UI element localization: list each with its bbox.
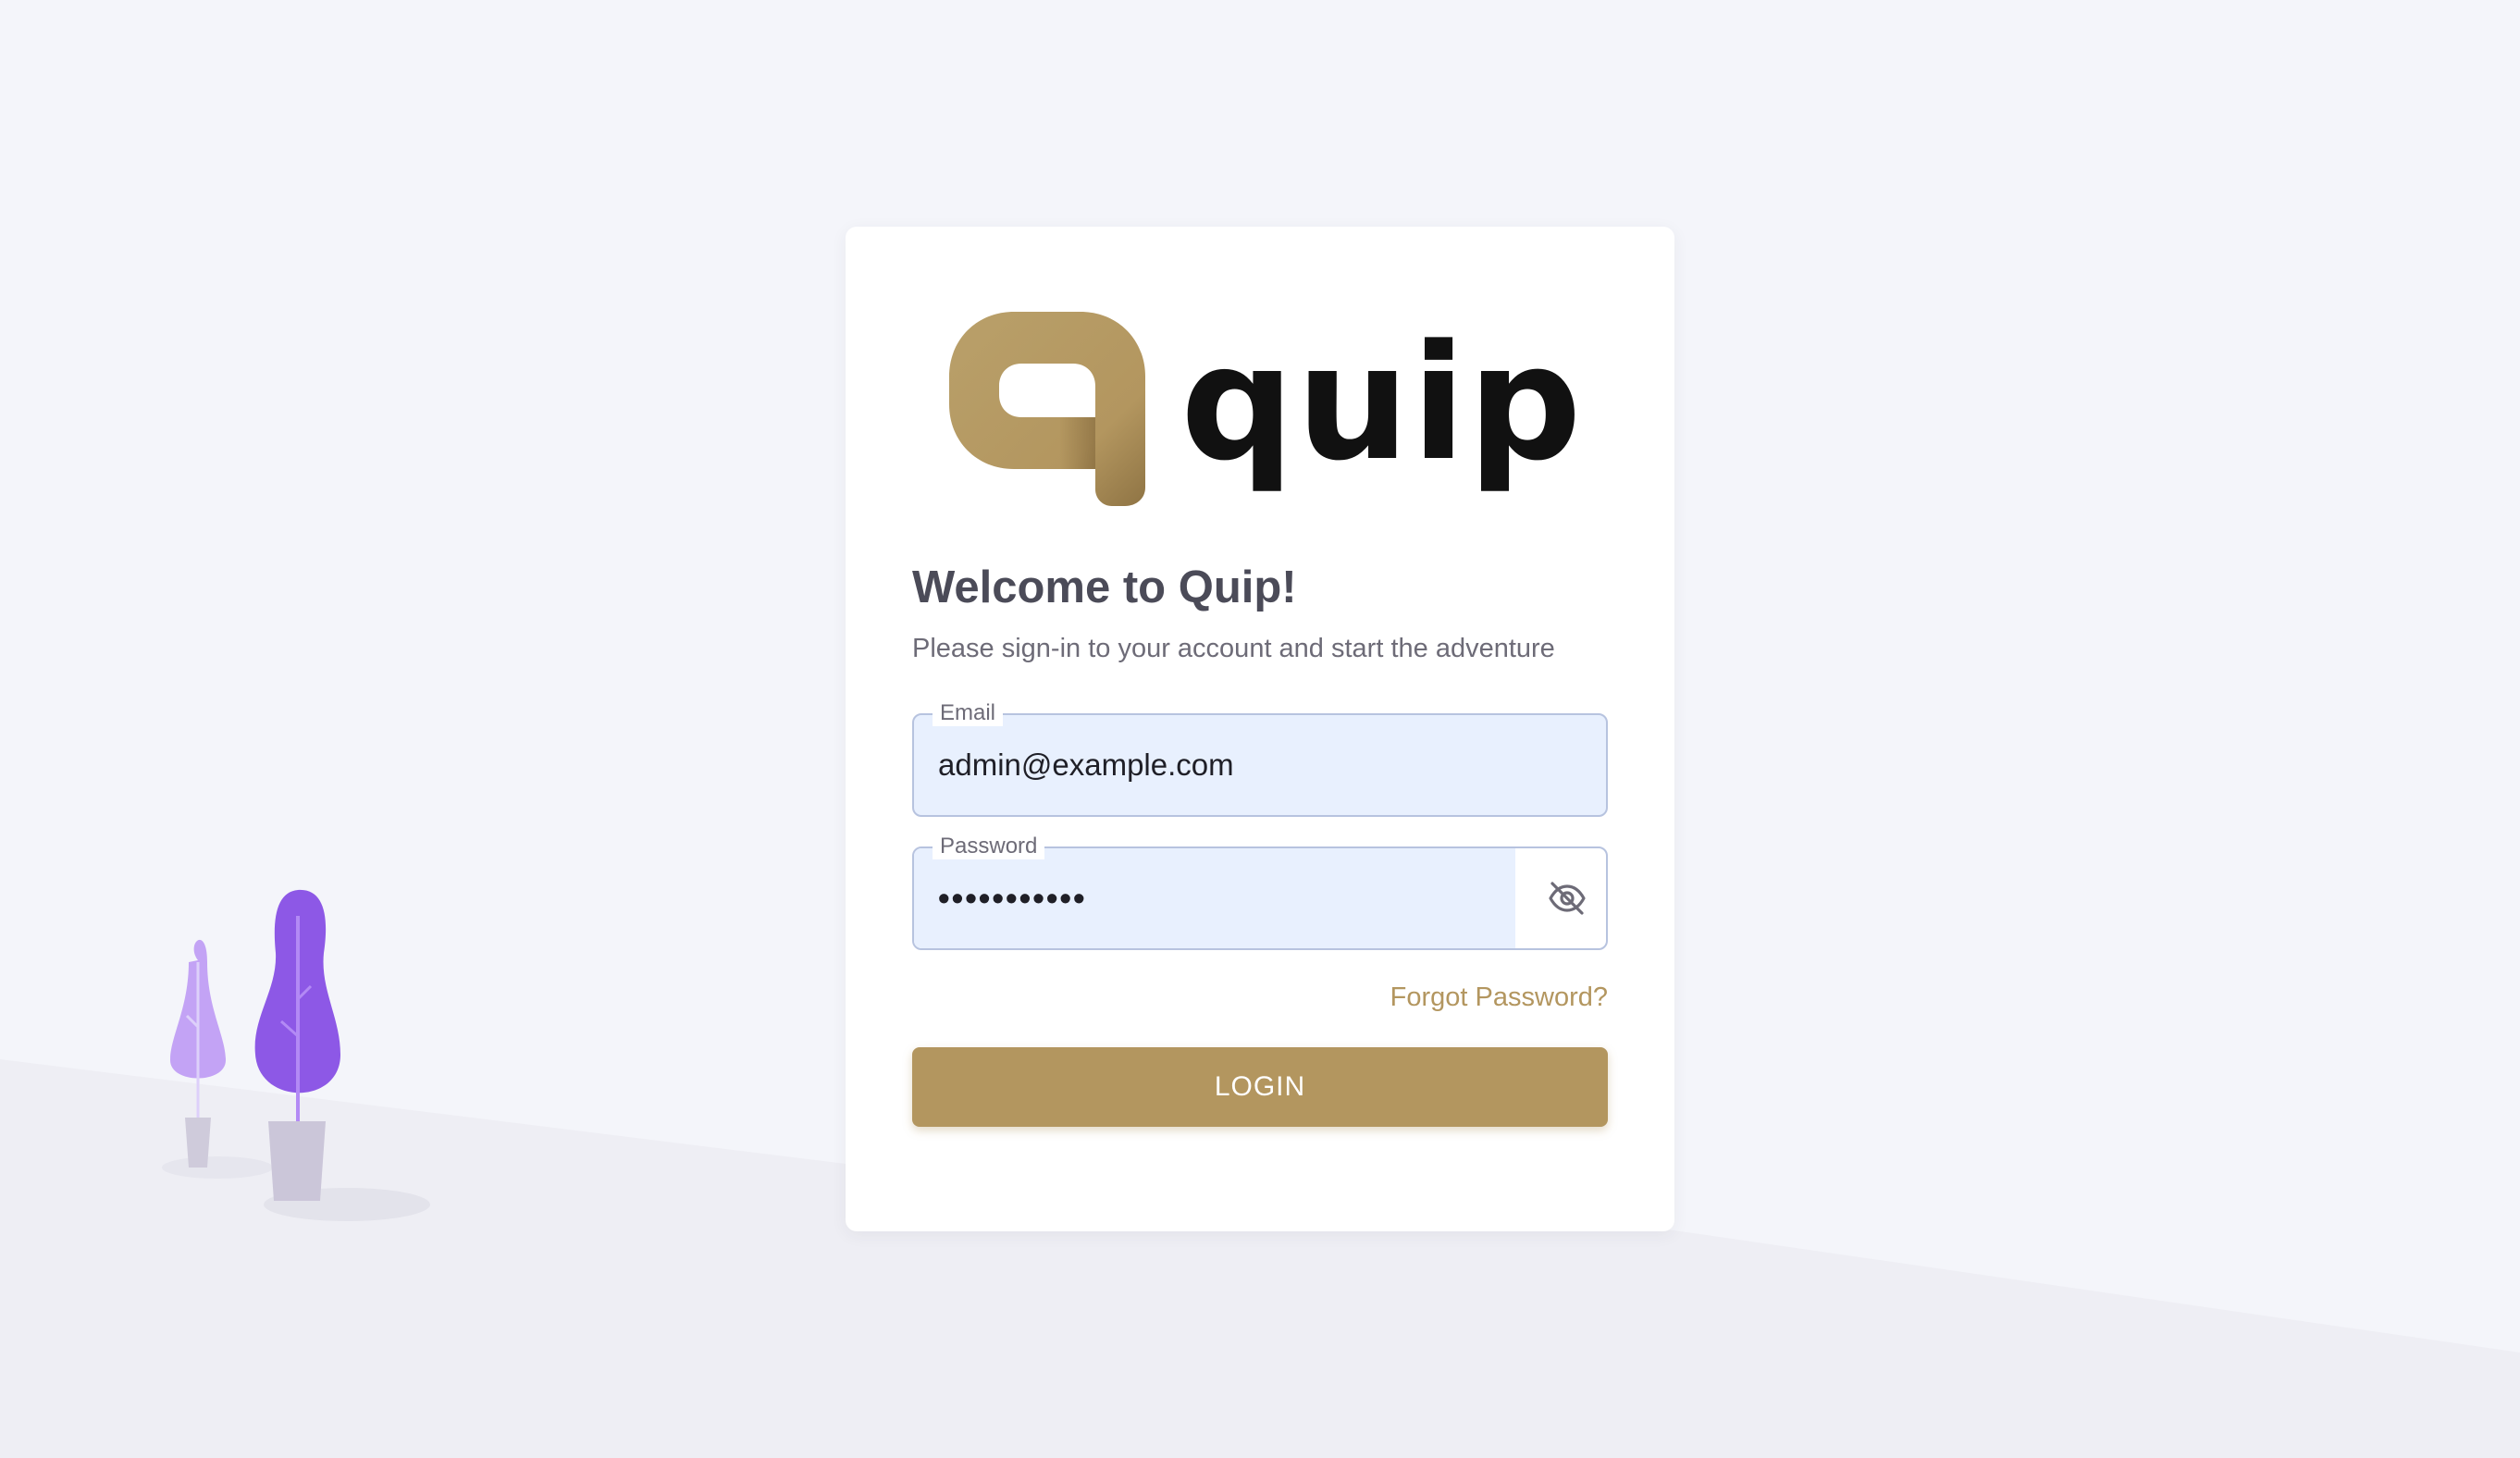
welcome-subtitle: Please sign-in to your account and start… (912, 634, 1555, 663)
email-input[interactable]: admin@example.com (938, 715, 1234, 815)
quip-wordmark: quip (1180, 310, 1584, 496)
plants-illustration (162, 889, 430, 1221)
password-input[interactable]: ••••••••••• (938, 848, 1087, 948)
login-card: quip Welcome to Quip! Please sign-in to … (846, 227, 1674, 1231)
quip-logo-mark (949, 312, 1145, 506)
login-button[interactable]: LOGIN (912, 1047, 1608, 1127)
password-field[interactable]: Password ••••••••••• (912, 834, 1608, 950)
email-field[interactable]: Email admin@example.com (912, 700, 1608, 817)
welcome-title: Welcome to Quip! (912, 562, 1297, 612)
quip-logo: quip (949, 312, 1587, 506)
forgot-password-link[interactable]: Forgot Password? (1390, 982, 1608, 1013)
eye-off-icon[interactable] (1545, 876, 1589, 921)
